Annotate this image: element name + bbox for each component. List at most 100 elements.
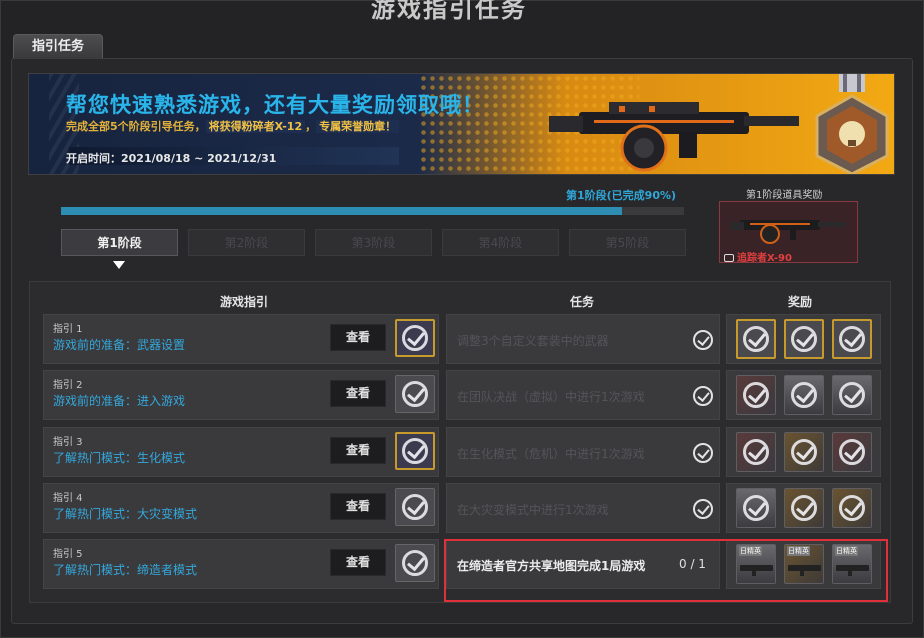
- reward-item[interactable]: [832, 375, 872, 415]
- rifle-image: [549, 102, 799, 172]
- stage-tab-5[interactable]: 第5阶段: [569, 229, 686, 256]
- guide-title: 了解热门模式：大灾变模式: [53, 507, 198, 521]
- reward-item[interactable]: [784, 319, 824, 359]
- task-row: 指引 3 了解热门模式：生化模式 查看 在生化模式（危机）中进行1次游戏: [43, 427, 881, 477]
- guide-title: 了解热门模式：生化模式: [53, 451, 186, 465]
- reward-cell: [726, 370, 881, 420]
- reward-item[interactable]: [736, 488, 776, 528]
- task-complete-check-icon: [693, 330, 713, 350]
- guide-complete-icon: [395, 488, 435, 526]
- view-button[interactable]: 查看: [330, 493, 386, 520]
- reward-claimed-check-icon: [791, 439, 817, 465]
- banner-sub-prefix: 完成全部5个阶段引导任务，: [66, 120, 206, 133]
- stage-tab-2[interactable]: 第2阶段: [188, 229, 305, 256]
- guide-task-window: 游戏指引任务 指引任务 帮您快速熟悉游戏，还有大量奖励领取哦！ 完成全部5个阶段…: [0, 0, 924, 638]
- reward-item[interactable]: [736, 375, 776, 415]
- selected-stage-arrow-icon: [113, 261, 125, 269]
- reward-item[interactable]: [832, 319, 872, 359]
- check-icon: [402, 550, 428, 576]
- task-row: 指引 1 游戏前的准备：武器设置 查看 调整3个自定义套装中的武器: [43, 314, 881, 364]
- view-button[interactable]: 查看: [330, 549, 386, 576]
- guide-cell: 指引 2 游戏前的准备：进入游戏 查看: [43, 370, 439, 420]
- task-row: 指引 4 了解热门模式：大灾变模式 查看 在大灾变模式中进行1次游戏: [43, 483, 881, 533]
- view-button[interactable]: 查看: [330, 437, 386, 464]
- reward-item[interactable]: 日精英: [832, 544, 872, 584]
- header-guide: 游戏指引: [220, 295, 269, 309]
- guide-cell: 指引 3 了解热门模式：生化模式 查看: [43, 427, 439, 477]
- reward-item[interactable]: [832, 432, 872, 472]
- task-cell: 在大灾变模式中进行1次游戏: [446, 483, 720, 533]
- task-cell: 在缔造者官方共享地图完成1局游戏 0 / 1: [446, 539, 720, 589]
- reward-claimed-check-icon: [791, 382, 817, 408]
- banner-time: 开启时间：2021/08/18 ~ 2021/12/31: [66, 152, 277, 165]
- stage-tab-3[interactable]: 第3阶段: [315, 229, 432, 256]
- banner-sub-separator: ，: [305, 120, 317, 133]
- guide-title: 了解热门模式：缔造者模式: [53, 563, 198, 577]
- guide-complete-icon: [395, 375, 435, 413]
- reward-tag: 日精英: [835, 546, 858, 556]
- guide-complete-icon: [395, 544, 435, 582]
- task-complete-check-icon: [693, 386, 713, 406]
- tab-guide-tasks[interactable]: 指引任务: [13, 34, 103, 58]
- task-cell: 在生化模式（危机）中进行1次游戏: [446, 427, 720, 477]
- stage-reward-title: 第1阶段道具奖励: [746, 190, 823, 201]
- gun-icon: [788, 565, 821, 576]
- stage-reward-name-text: 追踪者X-90: [737, 253, 792, 264]
- reward-claimed-check-icon: [839, 382, 865, 408]
- stage-tab-4[interactable]: 第4阶段: [442, 229, 559, 256]
- stage-progress-fill: [61, 207, 622, 215]
- task-complete-check-icon: [693, 443, 713, 463]
- reward-item[interactable]: [736, 432, 776, 472]
- task-row: 指引 5 了解热门模式：缔造者模式 查看 在缔造者官方共享地图完成1局游戏 0 / 1 日…: [43, 539, 881, 589]
- reward-claimed-check-icon: [743, 382, 769, 408]
- reward-claimed-check-icon: [839, 326, 865, 352]
- task-description: 在生化模式（危机）中进行1次游戏: [457, 447, 645, 461]
- reward-item[interactable]: [784, 375, 824, 415]
- guide-complete-icon: [395, 432, 435, 470]
- banner-subtitle: 完成全部5个阶段引导任务， 将获得粉碎者X-12，专属荣誉勋章！: [66, 118, 400, 134]
- guide-number: 指引 3: [53, 437, 83, 448]
- reward-claimed-check-icon: [743, 495, 769, 521]
- reward-item[interactable]: [832, 488, 872, 528]
- guide-cell: 指引 4 了解热门模式：大灾变模式 查看: [43, 483, 439, 533]
- reward-item[interactable]: 日精英: [784, 544, 824, 584]
- task-description: 在缔造者官方共享地图完成1局游戏: [457, 559, 646, 573]
- window-title: 游戏指引任务: [371, 0, 527, 23]
- task-progress: 0 / 1: [679, 557, 706, 571]
- check-icon: [402, 325, 428, 351]
- stage-progress-bar: [61, 207, 684, 215]
- view-button[interactable]: 查看: [330, 324, 386, 351]
- task-cell: 调整3个自定义套装中的武器: [446, 314, 720, 364]
- task-table: 游戏指引 任务 奖励 指引 1 游戏前的准备：武器设置 查看 调整3个自定义套装中的武…: [29, 281, 891, 603]
- reward-item[interactable]: [784, 432, 824, 472]
- reward-claimed-check-icon: [791, 326, 817, 352]
- reward-claimed-check-icon: [791, 495, 817, 521]
- banner-sub-highlight-medal: 专属荣誉勋章！: [316, 120, 400, 133]
- guide-title: 游戏前的准备：武器设置: [53, 338, 186, 352]
- guide-number: 指引 5: [53, 549, 83, 560]
- check-icon: [402, 494, 428, 520]
- stage-reward-item[interactable]: 追踪者X-90: [719, 201, 858, 264]
- task-complete-check-icon: [693, 499, 713, 519]
- banner-sub-highlight-weapon: 将获得粉碎者X-12: [205, 120, 306, 133]
- reward-claimed-check-icon: [839, 439, 865, 465]
- guide-number: 指引 2: [53, 380, 83, 391]
- task-description: 在团队决战（虚拟）中进行1次游戏: [457, 390, 645, 404]
- stage-reward-gun-image: [730, 220, 846, 244]
- stage-reward-name: 追踪者X-90: [724, 249, 792, 264]
- reward-tag: 日精英: [739, 546, 762, 556]
- stage-progress-label: 第1阶段(已完成90%): [566, 189, 677, 202]
- reward-cell: 日精英 日精英 日精英: [726, 539, 881, 589]
- gun-icon: [740, 565, 773, 576]
- reward-item[interactable]: 日精英: [736, 544, 776, 584]
- task-row: 指引 2 游戏前的准备：进入游戏 查看 在团队决战（虚拟）中进行1次游戏: [43, 370, 881, 420]
- reward-item[interactable]: [784, 488, 824, 528]
- reward-tag: 日精英: [787, 546, 810, 556]
- gun-icon: [836, 565, 869, 576]
- reward-cell: [726, 314, 881, 364]
- reward-item[interactable]: [736, 319, 776, 359]
- stage-tab-1[interactable]: 第1阶段: [61, 229, 178, 256]
- view-button[interactable]: 查看: [330, 380, 386, 407]
- guide-number: 指引 1: [53, 324, 83, 335]
- guide-title: 游戏前的准备：进入游戏: [53, 394, 186, 408]
